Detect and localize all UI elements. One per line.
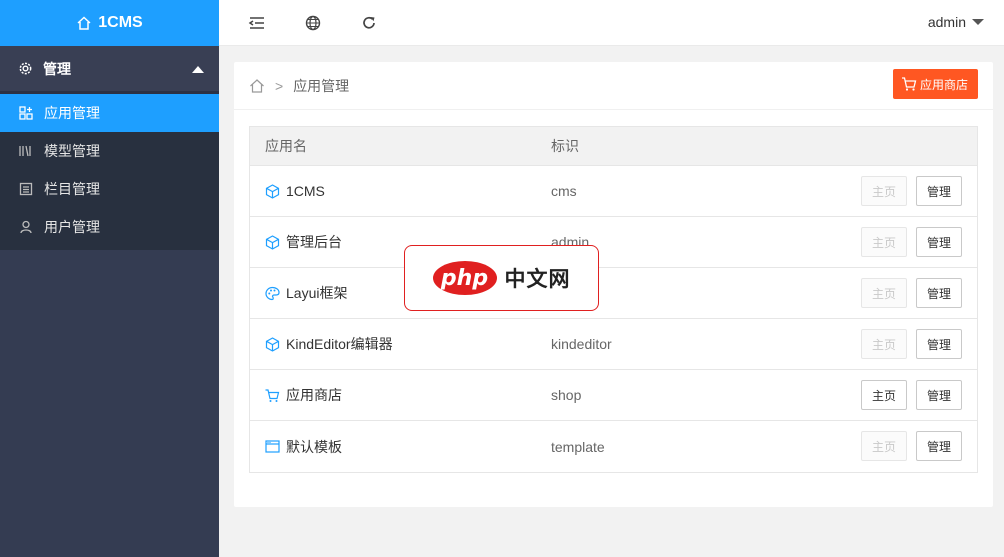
app-name: 1CMS: [286, 183, 325, 199]
manage-button[interactable]: 管理: [916, 431, 962, 461]
manage-button[interactable]: 管理: [916, 329, 962, 359]
gear-icon: [19, 62, 32, 75]
user-name: admin: [927, 14, 966, 30]
sidebar-item-models[interactable]: 模型管理: [0, 132, 219, 170]
sidebar-item-apps[interactable]: 应用管理: [0, 94, 219, 132]
app-name: Layui框架: [286, 285, 348, 301]
app-name: 应用商店: [286, 387, 342, 403]
palette-icon: [265, 286, 280, 300]
app-name-cell: KindEditor编辑器: [250, 334, 551, 354]
home-button: 主页: [861, 431, 907, 461]
logo-text: 1CMS: [98, 14, 143, 31]
watermark-logo: php: [432, 261, 497, 295]
sidebar-item-label: 用户管理: [44, 219, 100, 235]
app-id: cms: [551, 183, 577, 199]
refresh-icon[interactable]: [360, 14, 378, 32]
home-button: 主页: [861, 329, 907, 359]
app-name: 管理后台: [286, 234, 342, 250]
caret-up-icon: [192, 66, 204, 73]
table-row: KindEditor编辑器 kindeditor 主页 管理: [250, 319, 977, 370]
app-store-label: 应用商店: [919, 77, 968, 92]
cart-icon: [265, 388, 280, 402]
home-button[interactable]: 主页: [861, 380, 907, 410]
app-name-cell: 应用商店: [250, 385, 551, 405]
home-icon[interactable]: [249, 78, 265, 94]
table-row: 默认模板 template 主页 管理: [250, 421, 977, 472]
app-id: shop: [551, 387, 582, 403]
home-button: 主页: [861, 227, 907, 257]
row-actions: 主页 管理: [861, 329, 962, 359]
home-button: 主页: [861, 176, 907, 206]
model-icon: [19, 145, 31, 157]
cart-icon: [901, 77, 917, 91]
breadcrumb-current: 应用管理: [293, 77, 350, 94]
sidebar-item-label: 应用管理: [44, 105, 100, 121]
user-menu[interactable]: admin: [928, 14, 984, 30]
caret-down-icon: [972, 19, 984, 25]
app-name-cell: 1CMS: [250, 183, 551, 199]
logo[interactable]: 1CMS: [0, 0, 219, 46]
sidebar-item-columns[interactable]: 栏目管理: [0, 170, 219, 208]
template-icon: [265, 440, 280, 453]
manage-button[interactable]: 管理: [916, 227, 962, 257]
apps-table: 应用名 标识 1CMS cms 主页 管理 管理后台 admin 主页 管理 L…: [249, 126, 978, 473]
row-actions: 主页 管理: [861, 176, 962, 206]
cube-icon: [265, 183, 280, 199]
sidebar-item-label: 栏目管理: [44, 181, 100, 197]
column-icon: [19, 182, 33, 196]
sidebar-item-users[interactable]: 用户管理: [0, 208, 219, 246]
sidebar-item-label: 模型管理: [44, 143, 100, 159]
app-name: KindEditor编辑器: [286, 336, 393, 352]
home-button: 主页: [861, 278, 907, 308]
user-icon: [20, 220, 32, 234]
row-actions: 主页 管理: [861, 278, 962, 308]
table-row: 管理后台 admin 主页 管理: [250, 217, 977, 268]
top-header: admin: [219, 0, 1004, 46]
nav-group-manage[interactable]: 管理: [0, 46, 219, 94]
home-icon: [77, 16, 91, 30]
row-actions: 主页 管理: [861, 227, 962, 257]
column-header-id: 标识: [551, 138, 579, 154]
table-row: 1CMS cms 主页 管理: [250, 166, 977, 217]
app-store-button[interactable]: 应用商店: [892, 69, 978, 99]
app-id: kindeditor: [551, 336, 612, 352]
row-actions: 主页 管理: [861, 380, 962, 410]
nav-list: 应用管理 模型管理 栏目管理 用户管理: [0, 94, 219, 250]
app-name-cell: 默认模板: [250, 437, 551, 457]
cube-icon: [265, 234, 280, 250]
menu-collapse-icon[interactable]: [248, 14, 266, 32]
breadcrumb-separator: >: [275, 77, 284, 94]
app-name: 默认模板: [286, 438, 342, 455]
breadcrumb: > 应用管理: [234, 62, 993, 110]
watermark-text: 中文网: [504, 268, 571, 291]
table-header: 应用名 标识: [250, 127, 977, 166]
manage-button[interactable]: 管理: [916, 278, 962, 308]
globe-icon[interactable]: [304, 14, 322, 32]
manage-button[interactable]: 管理: [916, 380, 962, 410]
cube-icon: [265, 336, 280, 352]
column-header-name: 应用名: [265, 138, 307, 154]
nav-group-label: 管理: [43, 60, 71, 77]
manage-button[interactable]: 管理: [916, 176, 962, 206]
apps-icon: [19, 106, 33, 120]
nav-list-end: [0, 246, 219, 250]
app-id: template: [551, 438, 605, 455]
watermark: php 中文网: [404, 245, 599, 311]
row-actions: 主页 管理: [861, 431, 962, 461]
content-card: > 应用管理 应用商店 应用名 标识 1CMS cms 主页 管理 管理后台 a…: [234, 62, 993, 507]
table-row: 应用商店 shop 主页 管理: [250, 370, 977, 421]
table-row: Layui框架 layui 主页 管理: [250, 268, 977, 319]
sidebar: 1CMS 管理 应用管理 模型管理 栏目管理 用户管理: [0, 0, 219, 557]
